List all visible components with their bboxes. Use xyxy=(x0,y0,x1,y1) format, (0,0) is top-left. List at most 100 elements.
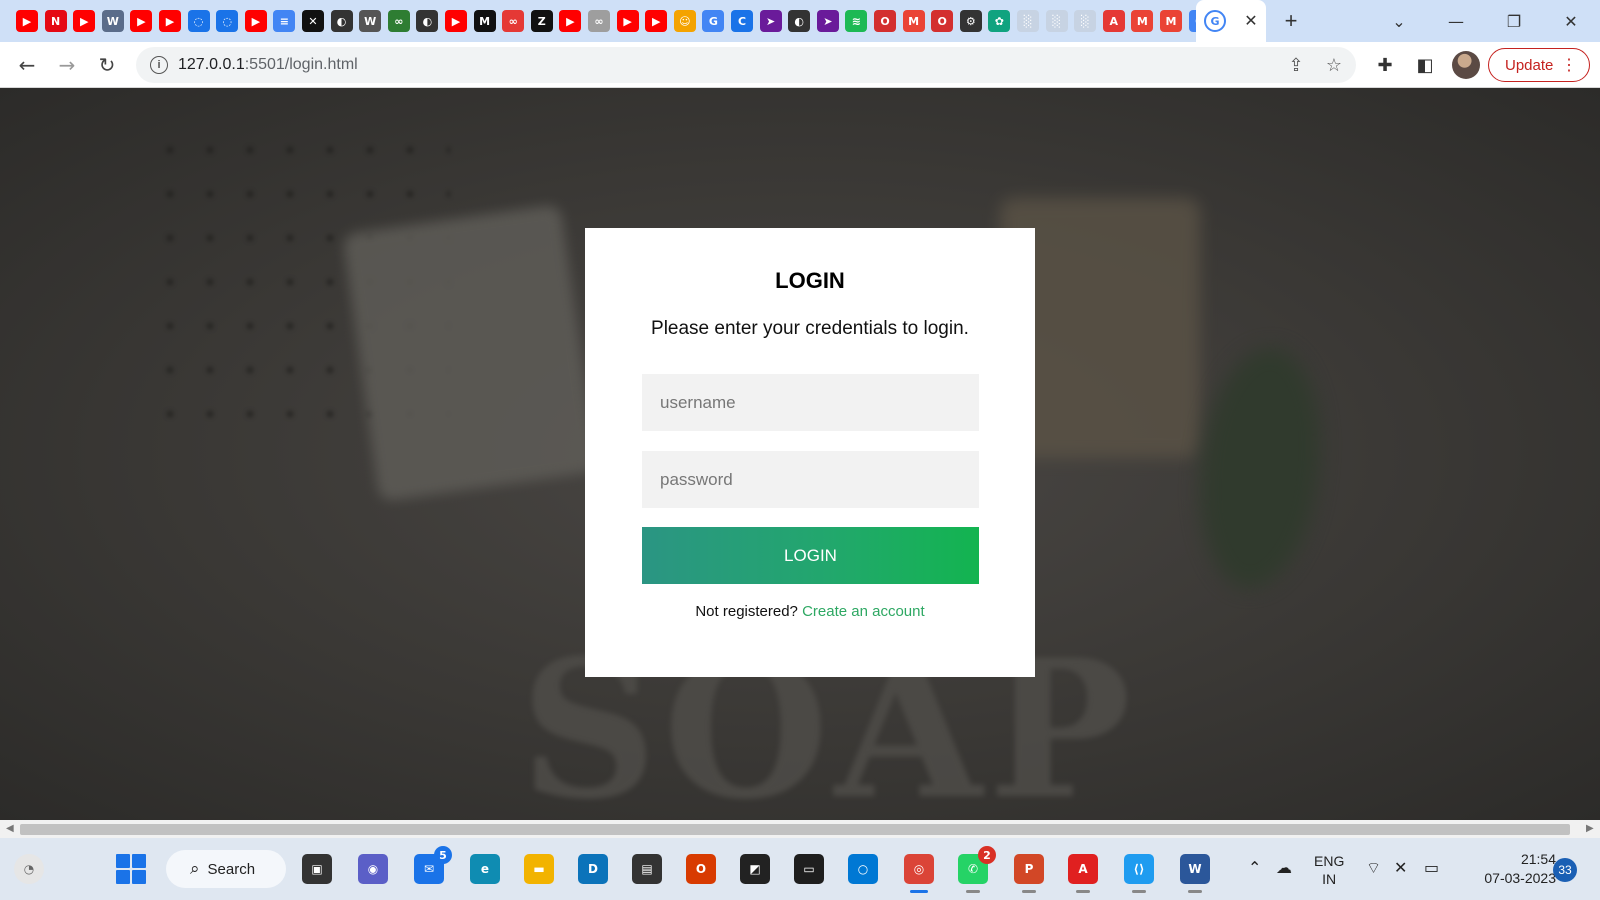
tab-active[interactable]: G ✕ xyxy=(1196,0,1266,42)
restore-button[interactable]: ❐ xyxy=(1500,8,1528,34)
tab-search-chevron-icon[interactable]: ⌄ xyxy=(1385,8,1413,34)
teams-chat-glyph: ◉ xyxy=(367,862,379,876)
chrome-icon[interactable]: ◎ xyxy=(904,854,934,893)
youtube-icon[interactable]: ▶ xyxy=(244,10,267,32)
forward-button[interactable]: → xyxy=(52,50,82,80)
speaker-muted-icon[interactable]: ✕ xyxy=(1394,858,1407,877)
extensions-icon[interactable]: ✚ xyxy=(1372,52,1398,78)
vscode-icon[interactable]: ⟨⟩ xyxy=(1124,854,1154,893)
start-button[interactable] xyxy=(116,854,146,884)
update-button[interactable]: Update ⋮ xyxy=(1488,48,1590,82)
close-icon[interactable]: ✕ xyxy=(1240,10,1262,32)
login-button[interactable]: LOGIN xyxy=(642,527,979,584)
mail-icon[interactable]: ✉ 5 xyxy=(414,846,452,884)
globe-icon[interactable]: ◐ xyxy=(416,10,439,32)
wikipedia-icon[interactable]: W xyxy=(359,10,382,32)
site-info-icon[interactable]: i xyxy=(150,56,168,74)
office-icon[interactable]: O xyxy=(686,854,716,884)
onedrive-icon[interactable]: ☁ xyxy=(1276,858,1292,877)
create-account-link[interactable]: Create an account xyxy=(802,603,925,620)
address-bar[interactable]: i 127.0.0.1:5501/login.html ⇪ ☆ xyxy=(136,47,1356,83)
youtube-icon[interactable]: ▶ xyxy=(559,10,582,32)
scroll-right-icon[interactable]: ▶ xyxy=(1586,823,1594,834)
side-panel-icon[interactable]: ◧ xyxy=(1412,52,1438,78)
share-icon[interactable]: ⇪ xyxy=(1284,53,1308,77)
sticky-notes-icon[interactable]: ◩ xyxy=(740,854,770,884)
openai-icon[interactable]: ✿ xyxy=(988,10,1011,32)
dell-icon[interactable]: D xyxy=(578,854,608,884)
language-indicator[interactable]: ENG IN xyxy=(1314,852,1344,888)
avatar-icon[interactable]: ☺ xyxy=(673,10,696,32)
youtube-icon[interactable]: ▶ xyxy=(73,10,96,32)
terminal-icon[interactable]: ▭ xyxy=(794,854,824,884)
chat-icon[interactable]: ◌ xyxy=(216,10,239,32)
link-icon[interactable]: ∞ xyxy=(588,10,610,32)
link-icon[interactable]: ∞ xyxy=(387,10,410,32)
blank-page-icon[interactable]: ░ xyxy=(1017,10,1039,32)
teams-chat-icon[interactable]: ◉ xyxy=(358,854,388,884)
opera-icon[interactable]: O xyxy=(931,10,954,32)
gmail-icon[interactable]: M xyxy=(1160,10,1182,32)
youtube-icon[interactable]: ▶ xyxy=(159,10,181,32)
file-explorer-glyph: ▬ xyxy=(533,862,545,876)
gmail-icon[interactable]: M xyxy=(1131,10,1154,32)
username-field[interactable] xyxy=(642,374,979,431)
wordpress-icon[interactable]: W xyxy=(101,10,124,32)
arrow-icon[interactable]: ➤ xyxy=(816,10,839,32)
whatsapp-icon[interactable]: ✆ 2 xyxy=(958,846,996,893)
globe-icon[interactable]: ◐ xyxy=(788,10,811,32)
file-explorer-icon[interactable]: ▬ xyxy=(524,854,554,884)
word-icon[interactable]: W xyxy=(1180,854,1210,893)
youtube-icon[interactable]: ▶ xyxy=(445,10,467,32)
wifi-icon[interactable]: ⌔ xyxy=(1366,858,1381,878)
battery-icon[interactable]: ▭ xyxy=(1424,858,1439,877)
arrow-icon[interactable]: ➤ xyxy=(759,10,782,32)
running-indicator xyxy=(1076,890,1090,893)
clock-date: 07-03-2023 xyxy=(1484,870,1556,886)
minimize-button[interactable]: — xyxy=(1442,8,1470,34)
spotify-icon[interactable]: ≋ xyxy=(845,10,868,32)
task-view-icon[interactable]: ▣ xyxy=(302,854,332,884)
reload-button[interactable]: ↻ xyxy=(92,50,122,80)
c-icon[interactable]: C xyxy=(731,10,753,32)
new-tab-button[interactable]: + xyxy=(1278,8,1304,34)
register-prompt: Not registered? Create an account xyxy=(585,603,1035,620)
link-icon[interactable]: ∞ xyxy=(502,10,525,32)
horizontal-scrollbar[interactable]: ◀ ▶ xyxy=(0,820,1600,838)
search-input[interactable]: ⌕ Search xyxy=(166,850,286,888)
bookmark-star-icon[interactable]: ☆ xyxy=(1322,53,1346,77)
gear-icon[interactable]: ⚙ xyxy=(959,10,982,32)
google-icon[interactable]: G xyxy=(702,10,725,32)
scroll-left-icon[interactable]: ◀ xyxy=(6,823,14,834)
gmail-icon[interactable]: M xyxy=(902,10,925,32)
chevron-up-icon[interactable]: ⌃ xyxy=(1248,858,1261,877)
youtube-icon[interactable]: ▶ xyxy=(645,10,668,32)
blank-page-icon[interactable]: ░ xyxy=(1045,10,1068,32)
notion-icon[interactable]: Z xyxy=(530,10,553,32)
scrollbar-thumb[interactable] xyxy=(20,824,1570,835)
powerpoint-icon[interactable]: P xyxy=(1014,854,1044,893)
docs-icon[interactable]: ≡ xyxy=(273,10,296,32)
blank-page-icon[interactable]: ░ xyxy=(1074,10,1097,32)
youtube-icon[interactable]: ▶ xyxy=(16,10,38,32)
youtube-icon[interactable]: ▶ xyxy=(130,10,153,32)
youtube-icon[interactable]: ▶ xyxy=(616,10,639,32)
password-field[interactable] xyxy=(642,451,979,508)
chat-icon[interactable]: ◌ xyxy=(187,10,210,32)
clock[interactable]: 21:54 07-03-2023 xyxy=(1466,850,1556,888)
opera-icon[interactable]: O xyxy=(874,10,896,32)
photos-icon[interactable]: ○ xyxy=(848,854,878,884)
widgets-icon[interactable]: ◔ xyxy=(14,854,44,884)
capcut-icon[interactable]: ✕ xyxy=(302,10,324,32)
close-window-button[interactable]: ✕ xyxy=(1557,8,1585,34)
globe-icon[interactable]: ◐ xyxy=(330,10,353,32)
notification-badge[interactable]: 33 xyxy=(1553,858,1577,882)
back-button[interactable]: ← xyxy=(12,50,42,80)
acrobat-icon[interactable]: A xyxy=(1068,854,1098,893)
medium-icon[interactable]: M xyxy=(473,10,496,32)
netflix-icon[interactable]: N xyxy=(44,10,67,32)
edge-icon[interactable]: e xyxy=(470,854,500,884)
avatar[interactable] xyxy=(1452,51,1480,79)
acrobat-icon[interactable]: A xyxy=(1102,10,1125,32)
media-icon[interactable]: ▤ xyxy=(632,854,662,884)
